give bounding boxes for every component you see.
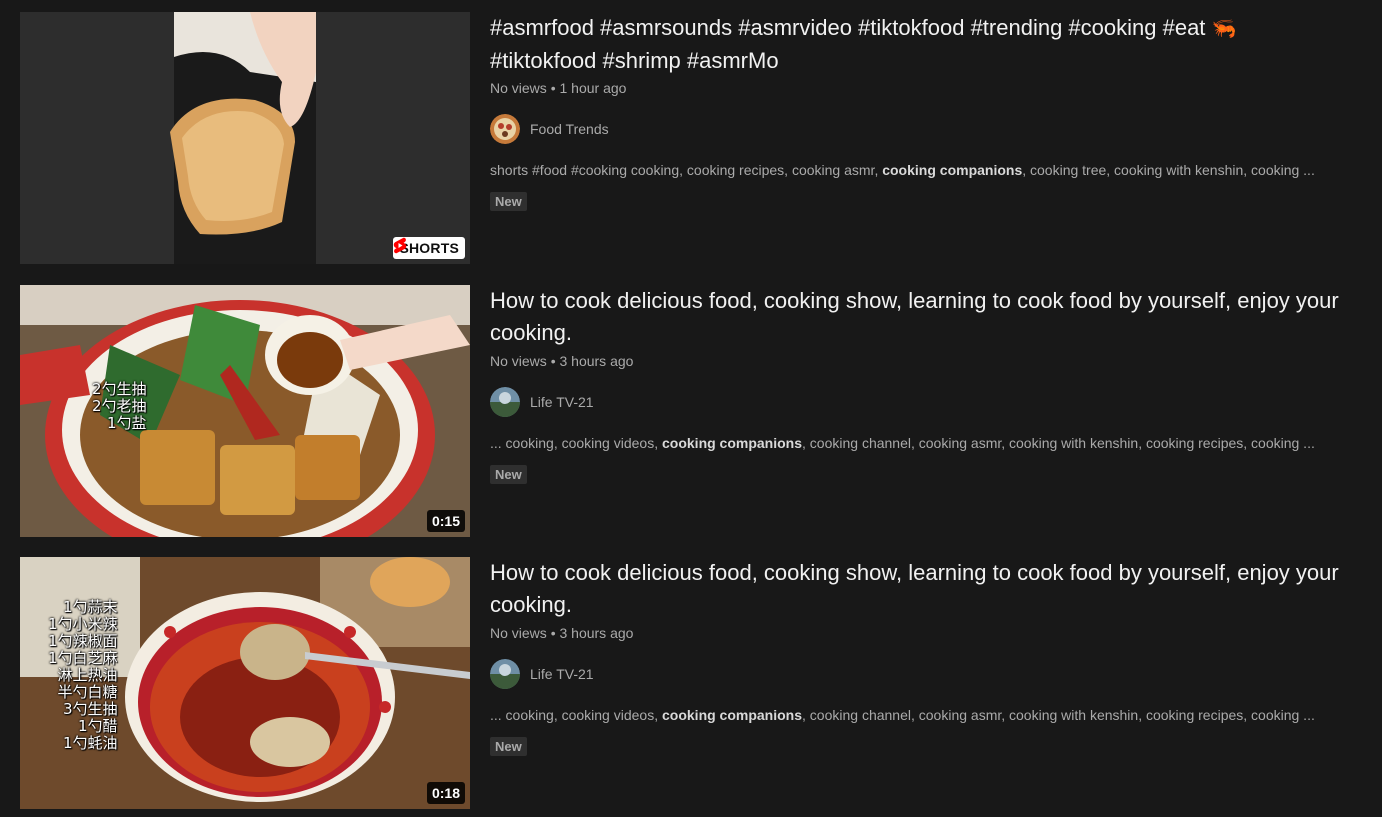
shorts-label: SHORTS (399, 240, 459, 256)
video-result[interactable]: 1勺蒜末 1勺小米辣 1勺辣椒面 1勺白芝麻 淋上热油 半勺白糖 3勺生抽 1勺… (20, 557, 1370, 809)
duration-badge: 0:15 (426, 510, 465, 532)
caption-line: 淋上热油 (57, 666, 118, 684)
new-badge: New (490, 737, 527, 756)
caption-line: 2勺生抽 (92, 380, 147, 398)
shorts-badge: SHORTS (393, 237, 465, 259)
search-results-list: SHORTS #asmrfood #asmrsounds #asmrvideo … (0, 0, 1382, 817)
video-caption-overlay: 2勺生抽 2勺老抽 1勺盐 (92, 381, 147, 432)
video-title[interactable]: #asmrfood #asmrsounds #asmrvideo #tiktok… (490, 12, 1370, 76)
view-count: No views (490, 80, 547, 96)
caption-line: 1勺醋 (78, 717, 118, 735)
video-result[interactable]: 2勺生抽 2勺老抽 1勺盐 0:15 How to cook delicious… (20, 285, 1370, 537)
channel-link[interactable]: Life TV-21 (490, 659, 1370, 689)
caption-line: 1勺盐 (107, 414, 147, 432)
thumbnail-image (20, 285, 470, 537)
duration-badge: 0:18 (426, 782, 465, 804)
snippet-text: , cooking tree, cooking with kenshin, co… (1022, 162, 1315, 178)
video-title[interactable]: How to cook delicious food, cooking show… (490, 557, 1370, 621)
channel-link[interactable]: Food Trends (490, 114, 1370, 144)
caption-line: 1勺小米辣 (48, 615, 118, 633)
meta-separator: • (550, 353, 556, 369)
video-description-snippet: shorts #food #cooking cooking, cooking r… (490, 160, 1360, 180)
snippet-highlight: cooking companions (662, 435, 803, 451)
video-info: How to cook delicious food, cooking show… (490, 285, 1370, 484)
video-meta: No views • 3 hours ago (490, 623, 1370, 643)
snippet-text: , cooking channel, cooking asmr, cooking… (802, 707, 1315, 723)
snippet-text: ... cooking, cooking videos, (490, 707, 662, 723)
shorts-icon (394, 237, 407, 254)
avatar[interactable] (490, 114, 520, 144)
video-description-snippet: ... cooking, cooking videos, cooking com… (490, 705, 1360, 725)
snippet-text: shorts #food #cooking cooking, cooking r… (490, 162, 883, 178)
view-count: No views (490, 625, 547, 641)
channel-name[interactable]: Life TV-21 (530, 666, 594, 682)
video-description-snippet: ... cooking, cooking videos, cooking com… (490, 433, 1360, 453)
caption-line: 3勺生抽 (63, 700, 118, 718)
meta-separator: • (550, 625, 556, 641)
channel-link[interactable]: Life TV-21 (490, 387, 1370, 417)
video-thumbnail[interactable]: SHORTS (20, 12, 470, 264)
thumbnail-image (20, 12, 470, 264)
caption-line: 1勺白芝麻 (48, 649, 118, 667)
video-title-text-line2: #tiktokfood #shrimp #asmrMo (490, 48, 779, 73)
snippet-highlight: cooking companions (882, 162, 1023, 178)
upload-age: 1 hour ago (559, 80, 627, 96)
avatar[interactable] (490, 659, 520, 689)
caption-line: 2勺老抽 (92, 397, 147, 415)
snippet-highlight: cooking companions (662, 707, 803, 723)
avatar[interactable] (490, 387, 520, 417)
channel-name[interactable]: Life TV-21 (530, 394, 594, 410)
caption-line: 1勺蚝油 (63, 734, 118, 752)
new-badge: New (490, 192, 527, 211)
video-title[interactable]: How to cook delicious food, cooking show… (490, 285, 1370, 349)
caption-line: 1勺蒜末 (63, 598, 118, 616)
video-caption-overlay: 1勺蒜末 1勺小米辣 1勺辣椒面 1勺白芝麻 淋上热油 半勺白糖 3勺生抽 1勺… (48, 599, 118, 752)
snippet-text: , cooking channel, cooking asmr, cooking… (802, 435, 1315, 451)
snippet-text: ... cooking, cooking videos, (490, 435, 662, 451)
video-thumbnail[interactable]: 1勺蒜末 1勺小米辣 1勺辣椒面 1勺白芝麻 淋上热油 半勺白糖 3勺生抽 1勺… (20, 557, 470, 809)
video-info: How to cook delicious food, cooking show… (490, 557, 1370, 756)
video-result[interactable]: SHORTS #asmrfood #asmrsounds #asmrvideo … (20, 12, 1370, 264)
upload-age: 3 hours ago (559, 353, 634, 369)
caption-line: 1勺辣椒面 (48, 632, 118, 650)
view-count: No views (490, 353, 547, 369)
channel-name[interactable]: Food Trends (530, 121, 609, 137)
new-badge: New (490, 465, 527, 484)
caption-line: 半勺白糖 (57, 683, 118, 701)
shrimp-icon: 🦐 (1211, 18, 1237, 40)
video-meta: No views • 3 hours ago (490, 351, 1370, 371)
meta-separator: • (550, 80, 556, 96)
video-title-text: #asmrfood #asmrsounds #asmrvideo #tiktok… (490, 15, 1206, 40)
video-thumbnail[interactable]: 2勺生抽 2勺老抽 1勺盐 0:15 (20, 285, 470, 537)
video-info: #asmrfood #asmrsounds #asmrvideo #tiktok… (490, 12, 1370, 211)
video-meta: No views • 1 hour ago (490, 78, 1370, 98)
upload-age: 3 hours ago (559, 625, 634, 641)
